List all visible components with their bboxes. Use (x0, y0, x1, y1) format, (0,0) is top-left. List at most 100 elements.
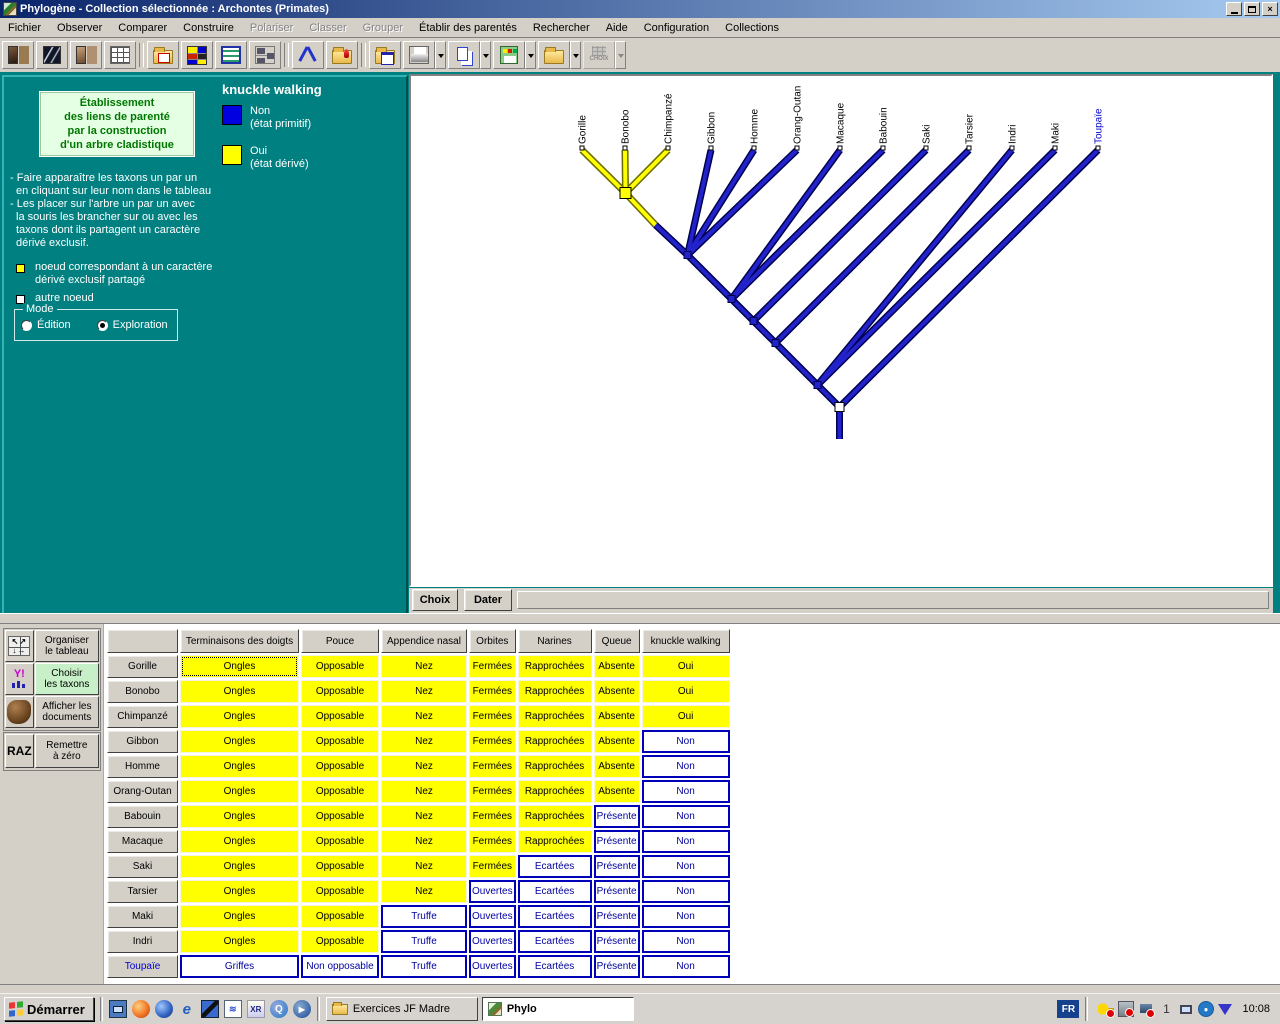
cell-tarsier-orbites[interactable]: Ouvertes (469, 880, 516, 903)
cell-macaque-queue[interactable]: Présente (594, 830, 640, 853)
quicktime-icon[interactable]: Q (270, 1000, 288, 1018)
taxon-header-tarsier[interactable]: Tarsier (107, 880, 178, 903)
internet-explorer-icon[interactable]: e (178, 1000, 196, 1018)
cell-orang-outan-narines[interactable]: Rapprochées (518, 780, 592, 803)
taxon-header-chimpanz[interactable]: Chimpanzé (107, 705, 178, 728)
cell-babouin-terminaisons-des-doigts[interactable]: Ongles (180, 805, 299, 828)
choisir-taxons-label[interactable]: Choisirles taxons (35, 663, 99, 695)
tab-dater[interactable]: Dater (464, 589, 512, 611)
menu-construire[interactable]: Construire (175, 20, 242, 36)
cell-toupa-e-narines[interactable]: Ecartées (518, 955, 592, 978)
thunderbird-icon[interactable] (155, 1000, 173, 1018)
taxon-header-saki[interactable]: Saki (107, 855, 178, 878)
cell-maki-terminaisons-des-doigts[interactable]: Ongles (180, 905, 299, 928)
inner-node[interactable] (684, 252, 691, 259)
open-folder-button-dropdown[interactable] (570, 41, 581, 69)
taxon-header-indri[interactable]: Indri (107, 930, 178, 953)
taxon-label-bonobo[interactable]: Bonobo (621, 109, 632, 144)
show-desktop-icon[interactable] (109, 1000, 127, 1018)
cell-chimpanz-queue[interactable]: Absente (594, 705, 640, 728)
cell-maki-pouce[interactable]: Opposable (301, 905, 379, 928)
taxon-header-homme[interactable]: Homme (107, 755, 178, 778)
cell-maki-appendice-nasal[interactable]: Truffe (381, 905, 467, 928)
inner-node[interactable] (750, 318, 757, 325)
task-button-phylo[interactable]: Phylo (482, 997, 634, 1021)
mode-radio-exploration[interactable]: Exploration (97, 319, 168, 331)
cell-gorille-terminaisons-des-doigts[interactable]: Ongles (180, 655, 299, 678)
menu-comparer[interactable]: Comparer (110, 20, 175, 36)
taxon-label-gorille[interactable]: Gorille (578, 115, 589, 144)
cell-orang-outan-pouce[interactable]: Opposable (301, 780, 379, 803)
cell-gibbon-queue[interactable]: Absente (594, 730, 640, 753)
column-header-queue[interactable]: Queue (594, 629, 640, 653)
menu-tablir-des-parent-s[interactable]: Établir des parentés (411, 20, 525, 36)
maximize-button[interactable] (1244, 2, 1260, 16)
print-button[interactable] (403, 41, 435, 69)
cell-indri-orbites[interactable]: Ouvertes (469, 930, 516, 953)
organiser-tableau-button[interactable]: ↖↗↓→ (5, 630, 34, 662)
taxon-label-chimpanz[interactable]: Chimpanzé (664, 93, 675, 144)
open-folder-button[interactable] (538, 41, 570, 69)
cell-maki-queue[interactable]: Présente (594, 905, 640, 928)
cell-gorille-appendice-nasal[interactable]: Nez (381, 655, 467, 678)
taxon-label-macaque[interactable]: Macaque (836, 102, 847, 144)
mode-radio-dition[interactable]: Édition (21, 319, 71, 331)
taxon-label-tarsier[interactable]: Tarsier (965, 113, 976, 144)
matrix-button[interactable] (181, 41, 213, 69)
cell-indri-queue[interactable]: Présente (594, 930, 640, 953)
observe-specimens-button[interactable] (2, 41, 34, 69)
copy-pages-button-dropdown[interactable] (480, 41, 491, 69)
cell-saki-appendice-nasal[interactable]: Nez (381, 855, 467, 878)
cell-chimpanz-terminaisons-des-doigts[interactable]: Ongles (180, 705, 299, 728)
cell-saki-orbites[interactable]: Fermées (469, 855, 516, 878)
cell-indri-terminaisons-des-doigts[interactable]: Ongles (180, 930, 299, 953)
choisir-taxons-button[interactable]: Y! (5, 663, 34, 695)
taxon-header-orang-outan[interactable]: Orang-Outan (107, 780, 178, 803)
cell-gorille-pouce[interactable]: Opposable (301, 655, 379, 678)
taxon-header-macaque[interactable]: Macaque (107, 830, 178, 853)
data-window-button[interactable] (215, 41, 247, 69)
afficher-documents-label[interactable]: Afficher lesdocuments (35, 696, 99, 728)
export-image-button-dropdown[interactable] (525, 41, 536, 69)
firefox-icon[interactable] (132, 1000, 150, 1018)
cell-bonobo-narines[interactable]: Rapprochées (518, 680, 592, 703)
cell-gorille-knuckle-walking[interactable]: Oui (642, 655, 730, 678)
display-settings-icon[interactable] (1178, 1001, 1194, 1017)
cell-homme-narines[interactable]: Rapprochées (518, 755, 592, 778)
cell-toupa-e-pouce[interactable]: Non opposable (301, 955, 379, 978)
column-header-orbites[interactable]: Orbites (469, 629, 516, 653)
cell-bonobo-orbites[interactable]: Fermées (469, 680, 516, 703)
inner-node[interactable] (772, 340, 779, 347)
shield-icon[interactable] (1218, 1004, 1232, 1015)
menu-collections[interactable]: Collections (717, 20, 787, 36)
column-header-knuckle-walking[interactable]: knuckle walking (642, 629, 730, 653)
cell-babouin-pouce[interactable]: Opposable (301, 805, 379, 828)
cell-toupa-e-appendice-nasal[interactable]: Truffe (381, 955, 467, 978)
cell-toupa-e-orbites[interactable]: Ouvertes (469, 955, 516, 978)
cell-gibbon-orbites[interactable]: Fermées (469, 730, 516, 753)
cell-homme-pouce[interactable]: Opposable (301, 755, 379, 778)
cell-homme-knuckle-walking[interactable]: Non (642, 755, 730, 778)
cell-chimpanz-knuckle-walking[interactable]: Oui (642, 705, 730, 728)
cell-toupa-e-knuckle-walking[interactable]: Non (642, 955, 730, 978)
tree-canvas[interactable]: GorilleBonoboChimpanzéGibbonHommeOrang-O… (411, 76, 1271, 585)
taxon-label-saki[interactable]: Saki (922, 125, 933, 144)
cell-chimpanz-orbites[interactable]: Fermées (469, 705, 516, 728)
cell-gibbon-knuckle-walking[interactable]: Non (642, 730, 730, 753)
draw-tool-icon[interactable] (201, 1000, 219, 1018)
network-error-icon[interactable] (1138, 1001, 1154, 1017)
horizontal-splitter[interactable] (0, 613, 1280, 624)
cell-bonobo-appendice-nasal[interactable]: Nez (381, 680, 467, 703)
taxon-header-babouin[interactable]: Babouin (107, 805, 178, 828)
language-indicator[interactable]: FR (1057, 1000, 1079, 1018)
cell-saki-terminaisons-des-doigts[interactable]: Ongles (180, 855, 299, 878)
cell-homme-orbites[interactable]: Fermées (469, 755, 516, 778)
wireless-icon[interactable] (1198, 1001, 1214, 1017)
minimize-button[interactable] (1226, 2, 1242, 16)
snapshot-icon[interactable] (1118, 1001, 1134, 1017)
cell-gorille-queue[interactable]: Absente (594, 655, 640, 678)
inner-node[interactable] (814, 382, 821, 389)
taxon-label-maki[interactable]: Maki (1051, 123, 1062, 144)
cell-chimpanz-pouce[interactable]: Opposable (301, 705, 379, 728)
cell-saki-pouce[interactable]: Opposable (301, 855, 379, 878)
